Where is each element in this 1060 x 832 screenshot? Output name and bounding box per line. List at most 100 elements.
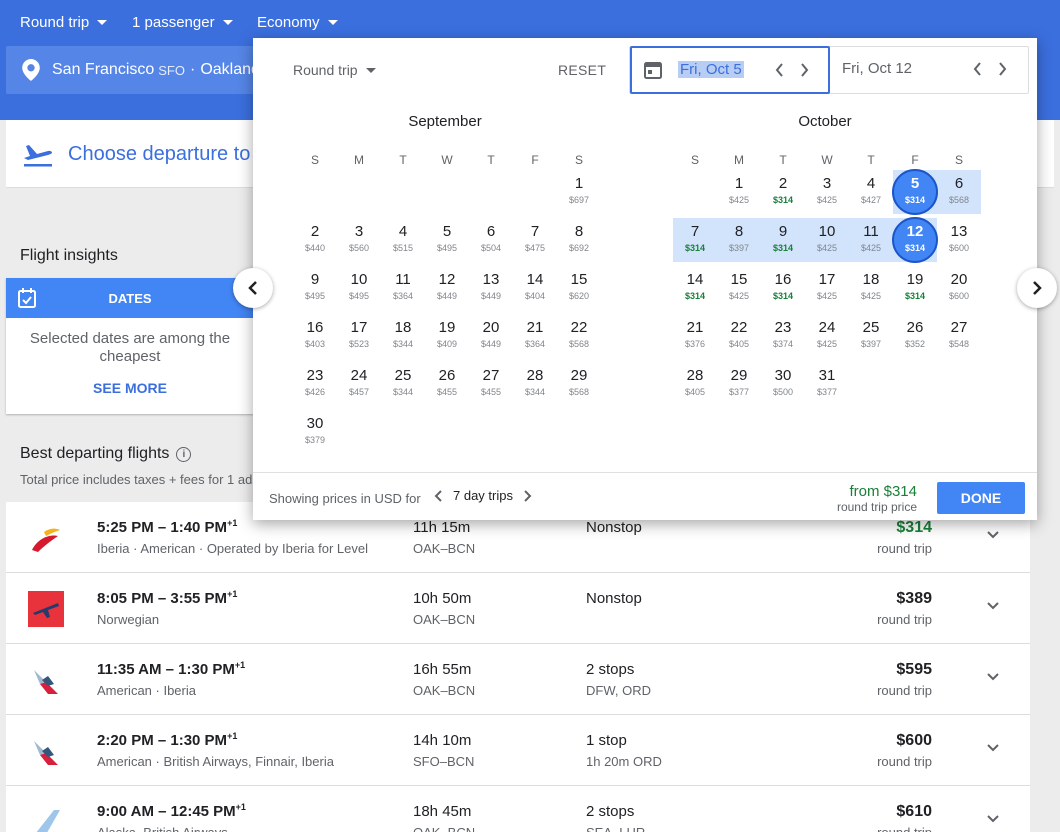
expand-chevron-icon[interactable] bbox=[986, 528, 1000, 542]
calendar-day[interactable]: 26 $455 bbox=[425, 360, 469, 408]
calendar-day[interactable]: 20 $600 bbox=[937, 264, 981, 312]
calendar-day[interactable]: 17 $425 bbox=[805, 264, 849, 312]
trip-type-dropdown[interactable]: Round trip bbox=[20, 14, 108, 31]
calendar-day[interactable]: 10 $425 bbox=[805, 216, 849, 264]
departure-date-field[interactable]: Fri, Oct 5 bbox=[630, 46, 830, 94]
flight-row[interactable]: 8:05 PM – 3:55 PM+1 Norwegian 10h 50m OA… bbox=[6, 573, 1030, 644]
day-price: $405 bbox=[684, 387, 706, 397]
day-number: 19 bbox=[438, 319, 456, 336]
chevron-right-icon[interactable] bbox=[796, 61, 812, 79]
calendar-day[interactable]: 28 $344 bbox=[513, 360, 557, 408]
calendar-day[interactable]: 22 $405 bbox=[717, 312, 761, 360]
expand-chevron-icon[interactable] bbox=[986, 670, 1000, 684]
passengers-dropdown[interactable]: 1 passenger bbox=[132, 14, 233, 31]
calendar-day[interactable]: 24 $425 bbox=[805, 312, 849, 360]
see-more-link[interactable]: SEE MORE bbox=[6, 380, 254, 396]
calendar-day[interactable]: 20 $449 bbox=[469, 312, 513, 360]
chevron-right-icon[interactable] bbox=[994, 60, 1010, 78]
calendar-day[interactable]: 8 $397 bbox=[717, 216, 761, 264]
day-price: $397 bbox=[860, 339, 882, 349]
calendar-day[interactable]: 1 $697 bbox=[557, 168, 601, 216]
calendar-day[interactable]: 22 $568 bbox=[557, 312, 601, 360]
calendar-day[interactable]: 12 $449 bbox=[425, 264, 469, 312]
calendar-day[interactable]: 8 $692 bbox=[557, 216, 601, 264]
dates-tab[interactable]: DATES bbox=[6, 278, 254, 318]
calendar-day[interactable]: 12 $314 bbox=[893, 216, 937, 264]
calendar-day[interactable]: 2 $440 bbox=[293, 216, 337, 264]
calendar-day[interactable]: 2 $314 bbox=[761, 168, 805, 216]
calendar-day[interactable]: 18 $344 bbox=[381, 312, 425, 360]
calendar-day[interactable]: 17 $523 bbox=[337, 312, 381, 360]
calendar-day[interactable]: 30 $500 bbox=[761, 360, 805, 408]
info-icon[interactable]: i bbox=[176, 446, 192, 462]
calendar-day[interactable]: 19 $314 bbox=[893, 264, 937, 312]
chevron-left-icon[interactable] bbox=[433, 489, 443, 503]
calendar-day[interactable]: 3 $425 bbox=[805, 168, 849, 216]
prev-month-button[interactable] bbox=[233, 268, 273, 308]
calendar-day[interactable]: 15 $620 bbox=[557, 264, 601, 312]
flight-row[interactable]: 2:20 PM – 1:30 PM+1 American · British A… bbox=[6, 715, 1030, 786]
return-date-field[interactable]: Fri, Oct 12 bbox=[830, 47, 1030, 93]
reset-button[interactable]: RESET bbox=[558, 62, 606, 78]
calendar-day[interactable]: 5 $314 bbox=[893, 168, 937, 216]
calendar-day[interactable]: 5 $495 bbox=[425, 216, 469, 264]
picker-trip-type-dropdown[interactable]: Round trip bbox=[293, 62, 376, 78]
calendar-day[interactable]: 28 $405 bbox=[673, 360, 717, 408]
calendar-day[interactable]: 29 $568 bbox=[557, 360, 601, 408]
calendar-day[interactable]: 24 $457 bbox=[337, 360, 381, 408]
day-price: $495 bbox=[304, 291, 326, 301]
calendar-day[interactable]: 15 $425 bbox=[717, 264, 761, 312]
calendar-day[interactable]: 29 $377 bbox=[717, 360, 761, 408]
expand-chevron-icon[interactable] bbox=[986, 741, 1000, 755]
calendar-day[interactable]: 25 $344 bbox=[381, 360, 425, 408]
calendar-day[interactable]: 23 $426 bbox=[293, 360, 337, 408]
calendar-day[interactable]: 9 $495 bbox=[293, 264, 337, 312]
calendar-day[interactable]: 19 $409 bbox=[425, 312, 469, 360]
origin-field[interactable]: San Francisco SFO · Oakland O bbox=[6, 46, 286, 94]
calendar-day[interactable]: 25 $397 bbox=[849, 312, 893, 360]
flight-times: 11:35 AM – 1:30 PM+1 bbox=[97, 660, 245, 678]
done-button[interactable]: DONE bbox=[937, 482, 1025, 514]
flight-row[interactable]: 9:00 AM – 12:45 PM+1 Alaska, British Air… bbox=[6, 786, 1030, 832]
chevron-left-icon[interactable] bbox=[772, 61, 788, 79]
expand-chevron-icon[interactable] bbox=[986, 599, 1000, 613]
calendar-day[interactable]: 30 $379 bbox=[293, 408, 337, 456]
calendar-day[interactable]: 6 $504 bbox=[469, 216, 513, 264]
calendar-day[interactable]: 11 $425 bbox=[849, 216, 893, 264]
calendar-day[interactable]: 31 $377 bbox=[805, 360, 849, 408]
calendar-day[interactable]: 13 $600 bbox=[937, 216, 981, 264]
calendar-day[interactable]: 16 $403 bbox=[293, 312, 337, 360]
flight-row[interactable]: 11:35 AM – 1:30 PM+1 American · Iberia 1… bbox=[6, 644, 1030, 715]
day-number: 23 bbox=[774, 319, 792, 336]
calendar-day[interactable]: 3 $560 bbox=[337, 216, 381, 264]
calendar-day[interactable]: 14 $404 bbox=[513, 264, 557, 312]
calendar-day[interactable]: 14 $314 bbox=[673, 264, 717, 312]
next-month-button[interactable] bbox=[1017, 268, 1057, 308]
calendar-day[interactable]: 7 $475 bbox=[513, 216, 557, 264]
cabin-dropdown[interactable]: Economy bbox=[257, 14, 338, 31]
chevron-left-icon[interactable] bbox=[970, 60, 986, 78]
calendar-day[interactable]: 9 $314 bbox=[761, 216, 805, 264]
calendar-day[interactable]: 16 $314 bbox=[761, 264, 805, 312]
calendar-day[interactable]: 23 $374 bbox=[761, 312, 805, 360]
expand-chevron-icon[interactable] bbox=[986, 812, 1000, 826]
calendar-day[interactable]: 4 $515 bbox=[381, 216, 425, 264]
calendar-day[interactable]: 1 $425 bbox=[717, 168, 761, 216]
calendar-day[interactable]: 27 $455 bbox=[469, 360, 513, 408]
day-number: 14 bbox=[526, 271, 544, 288]
next-day-marker: +1 bbox=[227, 589, 238, 599]
calendar-day[interactable]: 7 $314 bbox=[673, 216, 717, 264]
calendar-day[interactable]: 4 $427 bbox=[849, 168, 893, 216]
calendar-day[interactable]: 11 $364 bbox=[381, 264, 425, 312]
calendar-day[interactable]: 27 $548 bbox=[937, 312, 981, 360]
calendar-day[interactable]: 21 $376 bbox=[673, 312, 717, 360]
calendar-day[interactable]: 13 $449 bbox=[469, 264, 513, 312]
calendar-day[interactable]: 18 $425 bbox=[849, 264, 893, 312]
calendar-day[interactable]: 6 $568 bbox=[937, 168, 981, 216]
return-date-value[interactable]: Fri, Oct 12 bbox=[842, 60, 912, 77]
departure-date-value[interactable]: Fri, Oct 5 bbox=[678, 61, 744, 78]
chevron-right-icon[interactable] bbox=[523, 489, 533, 503]
calendar-day[interactable]: 10 $495 bbox=[337, 264, 381, 312]
calendar-day[interactable]: 21 $364 bbox=[513, 312, 557, 360]
calendar-day[interactable]: 26 $352 bbox=[893, 312, 937, 360]
